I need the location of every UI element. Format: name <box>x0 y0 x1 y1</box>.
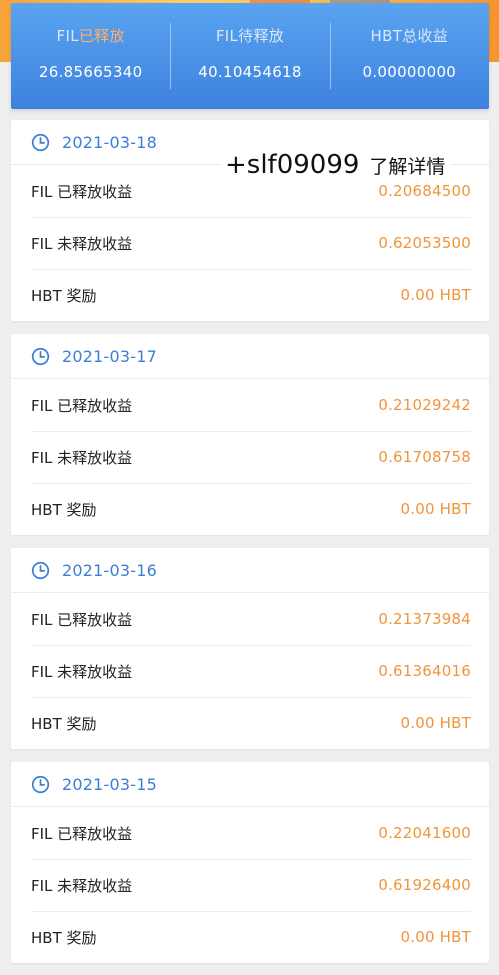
day-card: 2021-03-17 FIL 已释放收益 0.21029242 FIL 未释放收益… <box>11 334 489 535</box>
list-item: FIL 已释放收益 0.21029242 <box>11 379 489 431</box>
clock-icon <box>31 775 50 793</box>
summary-card: FIL已释放 26.85665340 FIL待释放 40.10454618 HB… <box>11 3 489 109</box>
row-label: HBT 奖励 <box>31 928 97 947</box>
summary-released-label: FIL已释放 <box>56 27 125 45</box>
row-value: 0.61708758 <box>378 448 471 466</box>
clock-icon <box>31 561 50 579</box>
summary-hbt-label: HBT总收益 <box>370 27 449 45</box>
row-value: 0.21373984 <box>378 610 471 628</box>
row-label: FIL 未释放收益 <box>31 234 133 253</box>
day-date: 2021-03-18 <box>62 132 157 152</box>
summary-hbt-total[interactable]: HBT总收益 0.00000000 <box>329 3 489 109</box>
list-item: FIL 已释放收益 0.21373984 <box>11 593 489 645</box>
day-header: 2021-03-15 <box>11 762 489 807</box>
earnings-page: FIL已释放 26.85665340 FIL待释放 40.10454618 HB… <box>0 0 499 975</box>
row-label: FIL 未释放收益 <box>31 876 133 895</box>
row-value: 0.62053500 <box>378 234 471 252</box>
row-value: 0.00 HBT <box>400 286 471 304</box>
overlay-cta: 了解详情 <box>369 156 446 178</box>
list-item: FIL 已释放收益 0.22041600 <box>11 807 489 859</box>
row-label: HBT 奖励 <box>31 500 97 519</box>
list-item: FIL 未释放收益 0.61708758 <box>11 431 489 483</box>
summary-hbt-value: 0.00000000 <box>362 63 457 81</box>
row-value: 0.22041600 <box>378 824 471 842</box>
day-date: 2021-03-15 <box>62 774 157 794</box>
row-label: FIL 未释放收益 <box>31 662 133 681</box>
row-label: HBT 奖励 <box>31 714 97 733</box>
day-header: 2021-03-16 <box>11 548 489 593</box>
row-value: 0.00 HBT <box>400 714 471 732</box>
list-item: HBT 奖励 0.00 HBT <box>11 269 489 321</box>
row-label: FIL 已释放收益 <box>31 610 133 629</box>
list-item: HBT 奖励 0.00 HBT <box>11 483 489 535</box>
row-value: 0.61926400 <box>378 876 471 894</box>
clock-icon <box>31 133 50 151</box>
day-date: 2021-03-17 <box>62 346 157 366</box>
row-label: FIL 未释放收益 <box>31 448 133 467</box>
row-label: FIL 已释放收益 <box>31 182 133 201</box>
list-item: HBT 奖励 0.00 HBT <box>11 697 489 749</box>
row-value: 0.61364016 <box>378 662 471 680</box>
daily-earnings-list: 2021-03-18 FIL 已释放收益 0.20684500 FIL 未释放收益… <box>11 120 489 975</box>
summary-pending[interactable]: FIL待释放 40.10454618 <box>170 3 329 109</box>
overlay-contact: +slf09099 <box>225 150 360 180</box>
day-date: 2021-03-16 <box>62 560 157 580</box>
contact-overlay: +slf09099 了解详情 <box>221 150 452 182</box>
row-label: FIL 已释放收益 <box>31 824 133 843</box>
summary-released[interactable]: FIL已释放 26.85665340 <box>11 3 170 109</box>
day-header: 2021-03-17 <box>11 334 489 379</box>
clock-icon <box>31 347 50 365</box>
summary-pending-value: 40.10454618 <box>198 63 302 81</box>
list-item: FIL 未释放收益 0.61364016 <box>11 645 489 697</box>
row-label: FIL 已释放收益 <box>31 396 133 415</box>
row-label: HBT 奖励 <box>31 286 97 305</box>
day-card: 2021-03-15 FIL 已释放收益 0.22041600 FIL 未释放收益… <box>11 762 489 963</box>
row-value: 0.00 HBT <box>400 928 471 946</box>
row-value: 0.21029242 <box>378 396 471 414</box>
day-card: 2021-03-16 FIL 已释放收益 0.21373984 FIL 未释放收益… <box>11 548 489 749</box>
row-value: 0.20684500 <box>378 182 471 200</box>
row-value: 0.00 HBT <box>400 500 471 518</box>
summary-pending-label: FIL待释放 <box>215 27 285 45</box>
summary-released-value: 26.85665340 <box>38 63 143 81</box>
list-item: FIL 未释放收益 0.62053500 <box>11 217 489 269</box>
list-item: FIL 未释放收益 0.61926400 <box>11 859 489 911</box>
list-item: HBT 奖励 0.00 HBT <box>11 911 489 963</box>
